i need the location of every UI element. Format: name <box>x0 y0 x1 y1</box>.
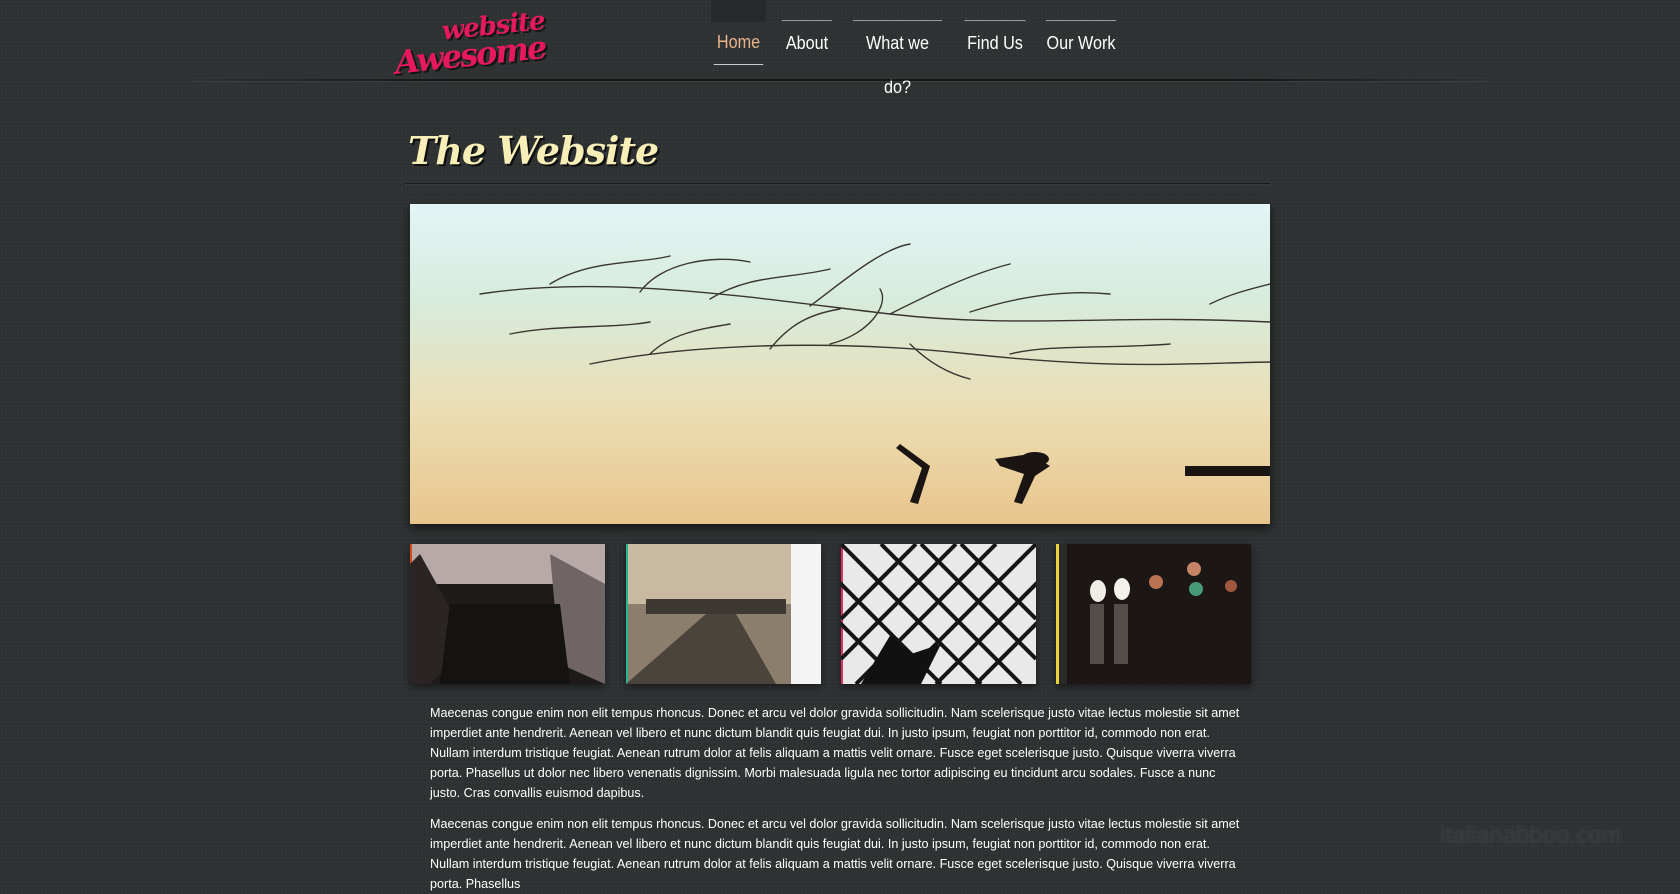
page-title: The Website <box>408 128 659 173</box>
hero-branches-illustration <box>479 243 1270 504</box>
watermark: italianabboo.com <box>1440 822 1622 849</box>
nav-item-find-us[interactable]: Find Us <box>964 20 1026 65</box>
gallery-thumbnail-2[interactable] <box>626 544 821 684</box>
thumbnail-image-street <box>626 544 821 684</box>
gallery-thumbnail-4[interactable] <box>1056 544 1251 684</box>
header-divider <box>190 79 1490 81</box>
title-divider <box>405 183 1270 184</box>
logo-word-awesome: Awesome <box>392 28 548 82</box>
content-paragraph-2: Maecenas congue enim non elit tempus rho… <box>430 817 1240 891</box>
nav-item-home[interactable]: Home <box>713 20 764 65</box>
site-header: website Awesome Home About What we do? F… <box>0 0 1680 97</box>
gallery-thumbnail-3[interactable] <box>841 544 1036 684</box>
gallery-thumbnail-1[interactable] <box>410 544 605 684</box>
thumbnail-image-stairs <box>410 544 605 684</box>
content-paragraph-1: Maecenas congue enim non elit tempus rho… <box>430 706 1240 800</box>
thumbnail-image-bokeh <box>1056 544 1251 684</box>
nav-item-our-work[interactable]: Our Work <box>1045 20 1117 65</box>
nav-item-what-we-do[interactable]: What we do? <box>852 20 943 97</box>
thumbnail-image-fence <box>841 544 1036 684</box>
site-logo[interactable]: website Awesome <box>390 2 548 82</box>
active-tab-indicator <box>711 0 766 22</box>
nav-item-about[interactable]: About <box>781 20 833 65</box>
hero-image <box>410 204 1270 524</box>
